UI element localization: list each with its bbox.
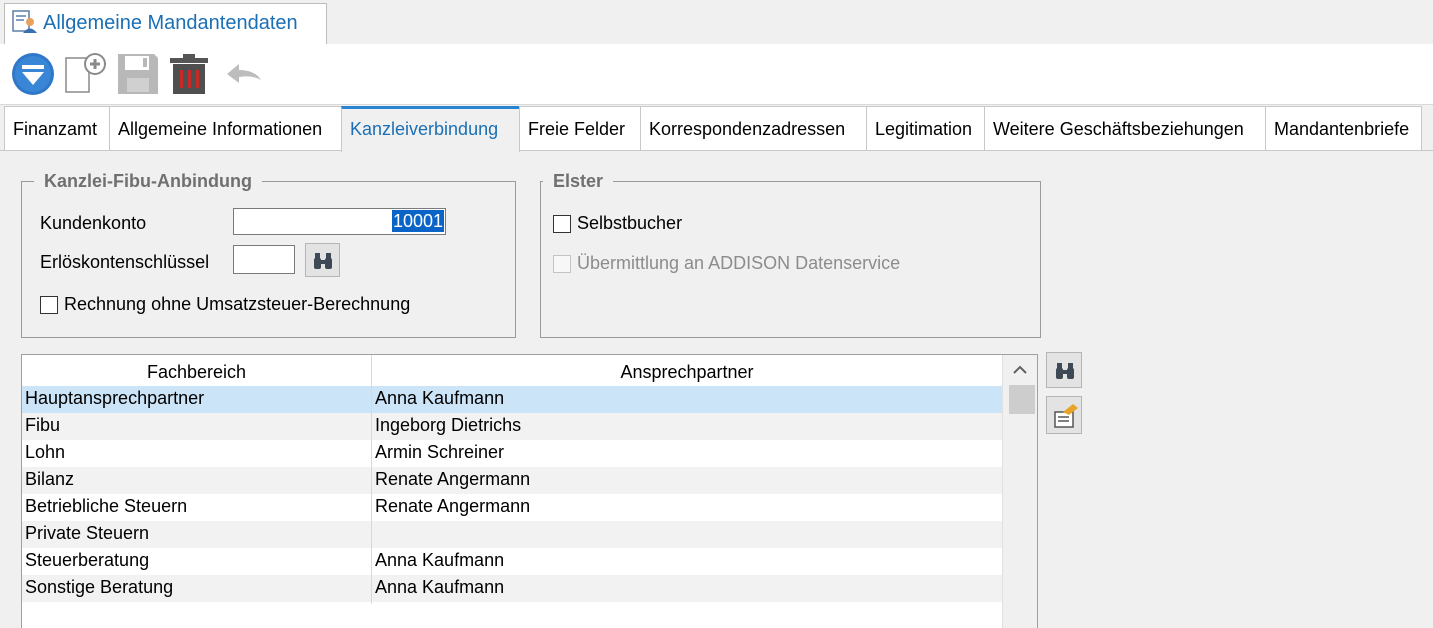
tab-weitere-geschaeftsbeziehungen[interactable]: Weitere Geschäftsbeziehungen bbox=[984, 106, 1266, 150]
table-row[interactable]: Steuerberatung Anna Kaufmann bbox=[22, 548, 1002, 575]
ansprechpartner-edit-button[interactable] bbox=[1046, 396, 1082, 434]
grid-header: Fachbereich Ansprechpartner bbox=[22, 355, 1002, 388]
rechnung-ohne-ust-label: Rechnung ohne Umsatzsteuer-Berechnung bbox=[64, 294, 411, 314]
table-row[interactable]: Private Steuern bbox=[22, 521, 1002, 548]
window-tab-title: Allgemeine Mandantendaten bbox=[43, 12, 298, 34]
edit-card-icon bbox=[1054, 404, 1078, 428]
new-document-plus-icon[interactable] bbox=[63, 52, 107, 96]
grid-scroll-thumb[interactable] bbox=[1009, 385, 1035, 414]
uebermittlung-checkbox bbox=[553, 255, 571, 273]
table-row[interactable]: Sonstige Beratung Anna Kaufmann bbox=[22, 575, 1002, 602]
tab-finanzamt[interactable]: Finanzamt bbox=[4, 106, 110, 150]
erloeskontenschluessel-label: Erlöskontenschlüssel bbox=[40, 252, 210, 272]
binoculars-icon bbox=[314, 253, 332, 269]
grid-vertical-scrollbar[interactable] bbox=[1002, 355, 1037, 628]
cell-ansprechpartner: Ingeborg Dietrichs bbox=[375, 415, 522, 435]
table-row[interactable]: Betriebliche Steuern Renate Angermann bbox=[22, 494, 1002, 521]
table-row[interactable]: Bilanz Renate Angermann bbox=[22, 467, 1002, 494]
cell-fachbereich: Hauptansprechpartner bbox=[25, 388, 205, 408]
tab-allgemeine-informationen[interactable]: Allgemeine Informationen bbox=[109, 106, 342, 150]
tab-mandantenbriefe[interactable]: Mandantenbriefe bbox=[1265, 106, 1422, 150]
uebermittlung-label: Übermittlung an ADDISON Datenservice bbox=[577, 253, 901, 273]
tab-legitimation[interactable]: Legitimation bbox=[866, 106, 985, 150]
erloes-search-button[interactable] bbox=[305, 243, 340, 277]
ansprechpartner-grid[interactable]: Fachbereich Ansprechpartner Hauptansprec… bbox=[21, 354, 1038, 628]
kundenkonto-label: Kundenkonto bbox=[40, 213, 147, 233]
undo-icon[interactable] bbox=[221, 52, 265, 96]
table-row[interactable]: Fibu Ingeborg Dietrichs bbox=[22, 413, 1002, 440]
cell-fachbereich: Bilanz bbox=[25, 469, 75, 489]
cell-ansprechpartner: Renate Angermann bbox=[375, 469, 531, 489]
ansprechpartner-search-button[interactable] bbox=[1046, 352, 1082, 388]
kundenkonto-field[interactable]: 10001 bbox=[233, 208, 446, 235]
toolbar bbox=[0, 44, 1433, 105]
tab-freie-felder[interactable]: Freie Felder bbox=[519, 106, 641, 150]
rechnung-ohne-ust-checkbox[interactable] bbox=[40, 296, 58, 314]
kundenkonto-value: 10001 bbox=[391, 210, 444, 232]
cell-ansprechpartner: Renate Angermann bbox=[375, 496, 531, 516]
tab-kanzleiverbindung[interactable]: Kanzleiverbindung bbox=[341, 106, 520, 152]
cell-fachbereich: Sonstige Beratung bbox=[25, 577, 174, 597]
column-header-ansprechpartner[interactable]: Ansprechpartner bbox=[372, 355, 1002, 387]
column-divider bbox=[371, 355, 372, 604]
selbstbucher-checkbox[interactable] bbox=[553, 215, 571, 233]
cell-fachbereich: Betriebliche Steuern bbox=[25, 496, 188, 516]
binoculars-icon bbox=[1056, 363, 1074, 379]
blue-circle-down-icon[interactable] bbox=[11, 52, 55, 96]
tab-korrespondenzadressen[interactable]: Korrespondenzadressen bbox=[640, 106, 867, 150]
cell-fachbereich: Private Steuern bbox=[25, 523, 150, 543]
trash-icon[interactable] bbox=[168, 52, 212, 96]
cell-ansprechpartner: Anna Kaufmann bbox=[375, 550, 505, 570]
table-row[interactable]: Hauptansprechpartner Anna Kaufmann bbox=[22, 386, 1002, 413]
cell-fachbereich: Steuerberatung bbox=[25, 550, 150, 570]
column-header-fachbereich[interactable]: Fachbereich bbox=[22, 355, 371, 387]
scroll-up-arrow-icon[interactable] bbox=[1012, 365, 1028, 375]
save-icon[interactable] bbox=[116, 52, 160, 96]
kanzlei-fibu-group-title: Kanzlei-Fibu-Anbindung bbox=[34, 171, 262, 192]
client-data-icon bbox=[12, 10, 37, 33]
table-row[interactable]: Lohn Armin Schreiner bbox=[22, 440, 1002, 467]
elster-group-title: Elster bbox=[543, 171, 614, 192]
cell-fachbereich: Fibu bbox=[25, 415, 61, 435]
cell-ansprechpartner: Armin Schreiner bbox=[375, 442, 505, 462]
cell-fachbereich: Lohn bbox=[25, 442, 66, 462]
cell-ansprechpartner: Anna Kaufmann bbox=[375, 577, 505, 597]
erloeskontenschluessel-field[interactable] bbox=[233, 245, 295, 274]
cell-ansprechpartner: Anna Kaufmann bbox=[375, 388, 505, 408]
selbstbucher-label: Selbstbucher bbox=[577, 213, 683, 233]
